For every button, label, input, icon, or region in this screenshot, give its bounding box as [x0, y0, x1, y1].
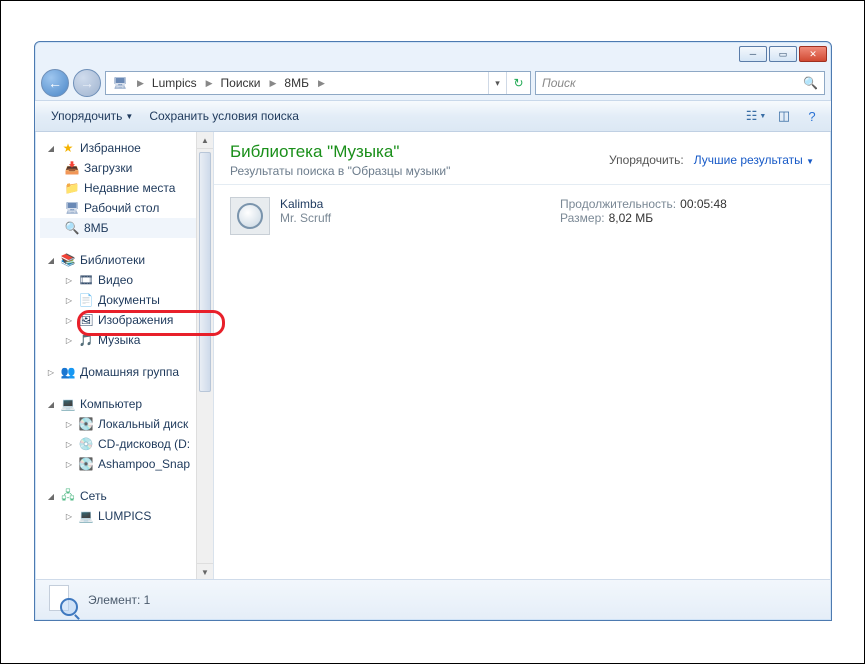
back-button[interactable]: ←	[41, 69, 69, 97]
chevron-right-icon: ▶	[135, 78, 146, 89]
sidebar-music[interactable]: ▷🎵Музыка	[40, 330, 196, 350]
sidebar-computer[interactable]: ◢💻Компьютер	[40, 394, 196, 414]
sidebar-net-lumpics[interactable]: ▷💻LUMPICS	[40, 506, 196, 526]
sort-label: Упорядочить:	[609, 153, 684, 167]
maximize-button[interactable]: ▭	[769, 46, 797, 62]
refresh-button[interactable]: ↻	[506, 72, 530, 94]
file-name: Kalimba	[280, 197, 550, 211]
sidebar-scrollbar[interactable]: ▲ ▼	[196, 132, 213, 580]
sidebar-images[interactable]: ▷🖼Изображения	[40, 310, 196, 330]
search-input[interactable]: Поиск 🔍	[535, 71, 825, 95]
scroll-down-button[interactable]: ▼	[197, 563, 213, 580]
library-title: Библиотека "Музыка"	[230, 142, 609, 162]
view-options-button[interactable]: ☷ ▼	[745, 106, 767, 126]
sidebar-homegroup[interactable]: ▷👥Домашняя группа	[40, 362, 196, 382]
document-icon: 📄	[78, 292, 94, 308]
breadcrumb-seg[interactable]: 8МБ	[278, 72, 316, 94]
chevron-right-icon: ▶	[316, 78, 327, 89]
nav-row: ← → 🖥 ▶ Lumpics ▶ Поиски ▶ 8МБ ▶ ▾ ↻ Пои…	[35, 66, 831, 100]
file-item[interactable]: Kalimba Mr. Scruff Продолжительность: 00…	[230, 197, 814, 235]
sidebar-local-disk[interactable]: ▷💽Локальный диск	[40, 414, 196, 434]
sidebar-libraries[interactable]: ◢📚Библиотеки	[40, 250, 196, 270]
search-result-icon	[46, 584, 78, 616]
duration-value: 00:05:48	[680, 197, 727, 211]
nav-sidebar: ◢★Избранное 📥Загрузки 📁Недавние места 🖥Р…	[36, 132, 214, 580]
folder-icon: 📁	[64, 180, 80, 196]
network-icon: 🖧	[60, 488, 76, 504]
search-scope-label: Результаты поиска в "Образцы музыки"	[230, 164, 609, 178]
disk-icon: 💽	[78, 416, 94, 432]
status-text: Элемент: 1	[88, 593, 150, 607]
chevron-down-icon: ▼	[125, 112, 133, 121]
computer-icon: 💻	[78, 508, 94, 524]
scroll-thumb[interactable]	[199, 152, 211, 392]
forward-button[interactable]: →	[73, 69, 101, 97]
chevron-right-icon: ▶	[204, 78, 215, 89]
sidebar-documents[interactable]: ▷📄Документы	[40, 290, 196, 310]
address-dropdown[interactable]: ▾	[488, 72, 506, 94]
search-icon: 🔍	[803, 76, 818, 90]
sidebar-saved-search-8mb[interactable]: 🔍8МБ	[40, 218, 196, 238]
desktop-icon: 🖥	[64, 200, 80, 216]
libraries-icon: 📚	[60, 252, 76, 268]
duration-label: Продолжительность:	[560, 197, 676, 211]
breadcrumb-seg[interactable]: Lumpics	[146, 72, 204, 94]
preview-pane-button[interactable]: ◫	[773, 106, 795, 126]
sort-dropdown[interactable]: Лучшие результаты ▼	[694, 153, 814, 167]
size-label: Размер:	[560, 211, 605, 225]
sidebar-video[interactable]: ▷🎞Видео	[40, 270, 196, 290]
explorer-window: ─ ▭ ✕ ← → 🖥 ▶ Lumpics ▶ Поиски ▶ 8МБ ▶ ▾…	[34, 41, 832, 621]
sidebar-desktop[interactable]: 🖥Рабочий стол	[40, 198, 196, 218]
video-icon: 🎞	[78, 272, 94, 288]
chevron-down-icon: ▼	[806, 157, 814, 166]
toolbar: Упорядочить ▼ Сохранить условия поиска ☷…	[35, 100, 831, 132]
sidebar-favorites[interactable]: ◢★Избранное	[40, 138, 196, 158]
image-icon: 🖼	[78, 312, 94, 328]
organize-menu[interactable]: Упорядочить ▼	[43, 105, 141, 127]
sidebar-ashampoo[interactable]: ▷💽Ashampoo_Snap	[40, 454, 196, 474]
content-pane: Библиотека "Музыка" Результаты поиска в …	[214, 132, 830, 580]
breadcrumb-seg[interactable]: Поиски	[215, 72, 268, 94]
close-button[interactable]: ✕	[799, 46, 827, 62]
music-icon: 🎵	[78, 332, 94, 348]
status-bar: Элемент: 1	[36, 579, 830, 619]
homegroup-icon: 👥	[60, 364, 76, 380]
minimize-button[interactable]: ─	[739, 46, 767, 62]
chevron-right-icon: ▶	[268, 78, 279, 89]
star-icon: ★	[60, 140, 76, 156]
sidebar-downloads[interactable]: 📥Загрузки	[40, 158, 196, 178]
folder-icon: 📥	[64, 160, 80, 176]
sidebar-network[interactable]: ◢🖧Сеть	[40, 486, 196, 506]
size-value: 8,02 МБ	[609, 211, 654, 225]
sidebar-recent[interactable]: 📁Недавние места	[40, 178, 196, 198]
file-artist: Mr. Scruff	[280, 211, 550, 225]
search-placeholder: Поиск	[542, 76, 576, 90]
titlebar: ─ ▭ ✕	[35, 42, 831, 66]
address-bar[interactable]: 🖥 ▶ Lumpics ▶ Поиски ▶ 8МБ ▶ ▾ ↻	[105, 71, 531, 95]
search-file-icon: 🔍	[64, 220, 80, 236]
cd-icon: 💿	[78, 436, 94, 452]
sidebar-cd-drive[interactable]: ▷💿CD-дисковод (D:	[40, 434, 196, 454]
save-search-button[interactable]: Сохранить условия поиска	[141, 105, 307, 127]
scroll-up-button[interactable]: ▲	[197, 132, 213, 149]
help-button[interactable]: ?	[801, 106, 823, 126]
disk-icon: 💽	[78, 456, 94, 472]
computer-icon: 💻	[60, 396, 76, 412]
computer-icon: 🖥	[112, 75, 128, 91]
file-thumbnail	[230, 197, 270, 235]
